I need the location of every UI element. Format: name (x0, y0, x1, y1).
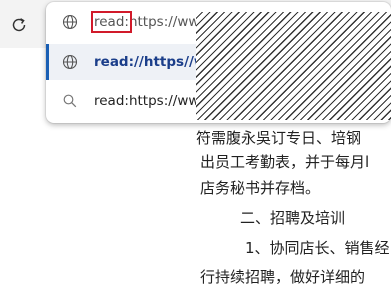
globe-icon (60, 52, 80, 72)
reload-icon (12, 18, 26, 32)
doc-line-6: 行持续招聘，做好详细的 (200, 268, 366, 286)
typed-text-highlight: read: (91, 11, 132, 33)
doc-line-5: 1、协同店长、销售经 (245, 239, 390, 257)
suggestion-text: read://https//w (94, 54, 207, 70)
globe-icon (60, 12, 80, 32)
selection-indicator (46, 44, 49, 80)
doc-line-4: 二、招聘及培训 (240, 209, 346, 227)
address-input[interactable]: read:https://www (91, 11, 210, 33)
browser-window: 符需腹永吳订专日、培钢 出员工考勤表，并于每月l 店务秘书并存档。 二、招聘及培… (0, 0, 391, 292)
doc-line-1: 符需腹永吳订专日、培钢 (196, 129, 362, 147)
redaction-overlay (196, 12, 391, 120)
doc-line-2: 出员工考勤表，并于每月l (200, 153, 370, 171)
search-icon (60, 91, 80, 111)
suggestion-text: read:https://www (94, 93, 211, 109)
reload-button[interactable] (6, 12, 32, 38)
doc-line-3: 店务秘书并存档。 (200, 179, 321, 197)
